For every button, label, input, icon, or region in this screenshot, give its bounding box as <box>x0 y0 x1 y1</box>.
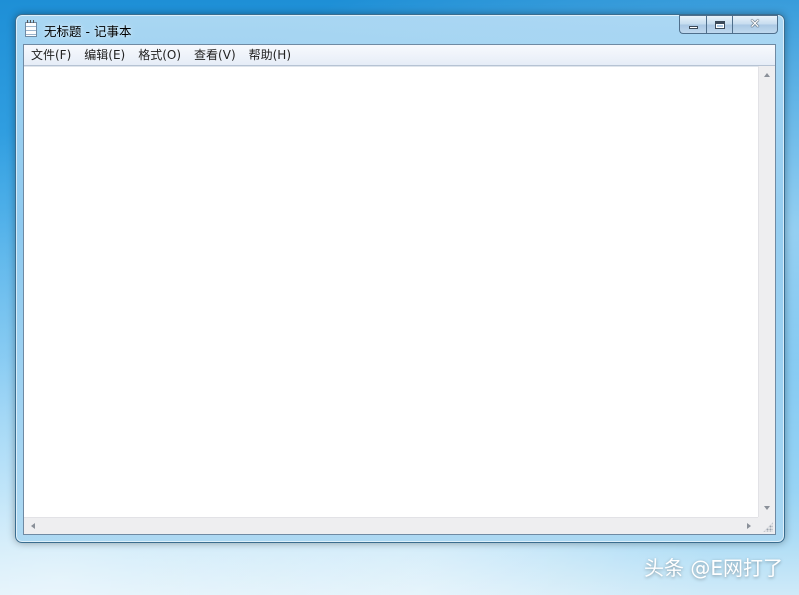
watermark: 头条 @E网打了 <box>644 556 783 580</box>
scroll-right-icon[interactable] <box>747 523 751 529</box>
vertical-scrollbar[interactable] <box>758 66 775 517</box>
menu-view[interactable]: 查看(V) <box>188 45 242 65</box>
scroll-left-icon[interactable] <box>31 523 35 529</box>
close-icon: ✕ <box>749 17 761 32</box>
resize-grip-icon[interactable] <box>763 522 773 532</box>
scroll-up-icon[interactable] <box>764 73 770 77</box>
window-title: 无标题 - 记事本 <box>44 24 132 39</box>
title-bar[interactable]: 无标题 - 记事本 ✕ <box>16 15 784 43</box>
menu-help[interactable]: 帮助(H) <box>243 45 297 65</box>
maximize-icon <box>714 20 725 29</box>
scroll-down-icon[interactable] <box>764 506 770 510</box>
menu-edit[interactable]: 编辑(E) <box>78 45 131 65</box>
horizontal-scrollbar[interactable] <box>24 517 758 534</box>
client-area: 文件(F) 编辑(E) 格式(O) 查看(V) 帮助(H) <box>23 44 776 535</box>
minimize-button[interactable] <box>679 15 706 34</box>
maximize-button[interactable] <box>706 15 732 34</box>
minimize-icon <box>688 26 698 29</box>
menu-bar: 文件(F) 编辑(E) 格式(O) 查看(V) 帮助(H) <box>24 45 775 66</box>
close-button[interactable]: ✕ <box>732 15 778 34</box>
menu-file[interactable]: 文件(F) <box>25 45 77 65</box>
notepad-icon[interactable] <box>25 20 37 37</box>
menu-format[interactable]: 格式(O) <box>132 45 187 65</box>
text-editor[interactable] <box>24 66 758 517</box>
notepad-window[interactable]: 无标题 - 记事本 ✕ 文件(F) 编辑(E) 格式(O) 查看(V) 帮助(H… <box>15 14 785 543</box>
caption-buttons: ✕ <box>679 15 778 34</box>
scroll-corner <box>758 517 775 534</box>
